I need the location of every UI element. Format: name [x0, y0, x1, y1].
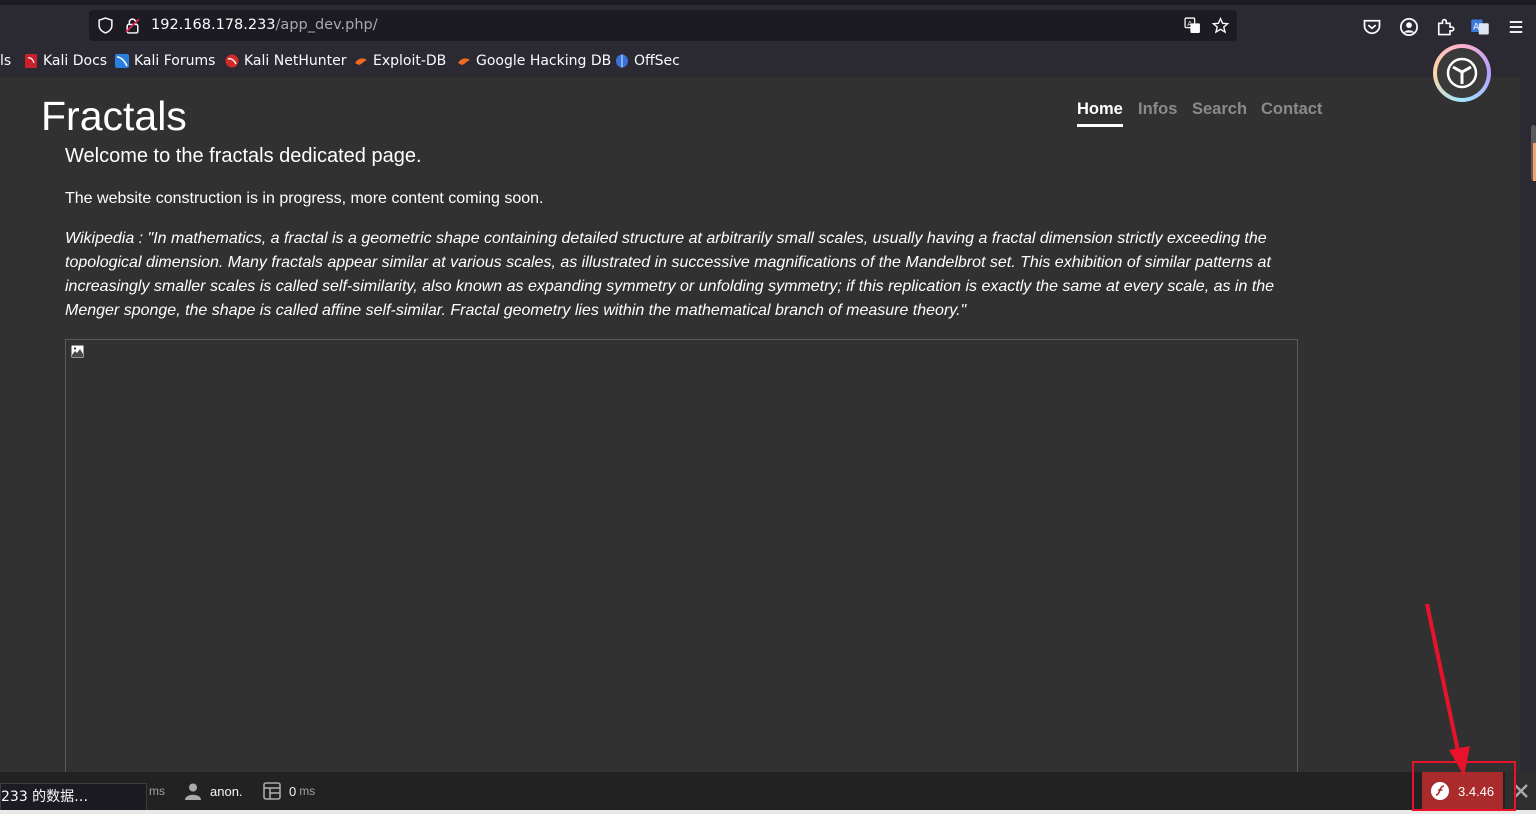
extensions-icon[interactable] — [1435, 17, 1455, 37]
sf-db-value: 0 — [289, 783, 297, 799]
page-viewport: Fractals Home Infos Search Contact Welco… — [0, 77, 1520, 772]
translator-extension-icon[interactable]: A — [1470, 17, 1490, 37]
kali-nethunter-icon — [225, 54, 239, 68]
intro-text: The website construction is in progress,… — [65, 190, 544, 207]
url-path: /app_dev.php/ — [275, 17, 378, 33]
assistant-extension-icon[interactable] — [1433, 44, 1491, 102]
bookmark-label: Exploit-DB — [373, 53, 447, 69]
bookmark-label: Kali Docs — [43, 53, 108, 69]
kali-docs-icon — [25, 54, 37, 68]
bookmark-kali-forums[interactable]: Kali Forums — [115, 51, 215, 71]
sf-time-unit: ms — [149, 784, 165, 798]
nav-infos[interactable]: Infos — [1138, 100, 1177, 119]
exploit-db-icon — [355, 58, 367, 65]
broken-image-icon — [71, 345, 84, 358]
bookmark-tools[interactable]: ls — [0, 51, 11, 71]
sf-time-panel[interactable]: ms — [146, 772, 165, 810]
sf-db-unit: ms — [299, 784, 316, 798]
pocket-icon[interactable] — [1362, 17, 1382, 37]
bookmark-kali-nethunter[interactable]: Kali NetHunter — [225, 51, 346, 71]
bookmark-label: ls — [0, 53, 12, 69]
nav-home[interactable]: Home — [1077, 100, 1123, 127]
nav-contact[interactable]: Contact — [1261, 100, 1322, 119]
browser-navbar: 192.168.178.233/app_dev.php/ A A — [0, 5, 1536, 45]
welcome-heading: Welcome to the fractals dedicated page. — [65, 145, 422, 167]
insecure-lock-icon[interactable] — [124, 17, 141, 34]
nav-search[interactable]: Search — [1192, 100, 1247, 119]
bookmark-offsec[interactable]: OffSec — [615, 51, 680, 71]
bookmark-google-hacking-db[interactable]: Google Hacking DB — [457, 51, 611, 71]
assistant-icon-inner — [1437, 48, 1487, 98]
fractal-image-frame — [65, 339, 1298, 772]
page-scrollbar-track[interactable] — [1520, 77, 1536, 772]
bookmark-label: Kali NetHunter — [244, 53, 347, 69]
bookmark-star-icon[interactable] — [1212, 17, 1229, 34]
sf-user-value: anon. — [210, 783, 243, 799]
offsec-icon — [616, 54, 628, 68]
window-bottom-strip — [0, 810, 1536, 814]
shield-icon[interactable] — [97, 17, 114, 34]
url-host: 192.168.178.233 — [151, 17, 276, 33]
bookmark-label: Google Hacking DB — [476, 53, 612, 69]
browser-status-tooltip: 233 的数据… — [0, 783, 147, 812]
database-icon — [263, 782, 281, 800]
url-text[interactable]: 192.168.178.233/app_dev.php/ — [151, 17, 378, 33]
svg-text:A: A — [1473, 23, 1479, 33]
assistant-glyph-icon — [1446, 57, 1478, 89]
bookmarks-toolbar: ls Kali Docs Kali Forums Kali NetHunter … — [0, 45, 1536, 77]
sf-db-panel[interactable]: 0 ms — [262, 772, 315, 810]
bookmark-label: OffSec — [634, 53, 680, 69]
bookmark-kali-docs[interactable]: Kali Docs — [24, 51, 107, 71]
scrollbar-thumb[interactable] — [1531, 125, 1536, 181]
kali-forums-icon — [115, 54, 129, 68]
site-title[interactable]: Fractals — [41, 93, 187, 140]
bookmark-label: Kali Forums — [134, 53, 216, 69]
bookmark-exploit-db[interactable]: Exploit-DB — [354, 51, 446, 71]
wikipedia-quote: Wikipedia : "In mathematics, a fractal i… — [65, 230, 1275, 319]
ghdb-icon — [458, 58, 470, 65]
menu-icon[interactable] — [1506, 17, 1526, 37]
account-icon[interactable] — [1399, 17, 1419, 37]
symfony-debug-toolbar: ms anon. 0 ms — [0, 772, 1536, 810]
address-bar[interactable]: 192.168.178.233/app_dev.php/ A — [89, 10, 1237, 41]
user-icon — [185, 783, 201, 800]
translate-icon[interactable]: A — [1184, 17, 1201, 34]
sf-user-panel[interactable]: anon. — [184, 772, 243, 810]
annotation-arrow — [1425, 603, 1470, 776]
